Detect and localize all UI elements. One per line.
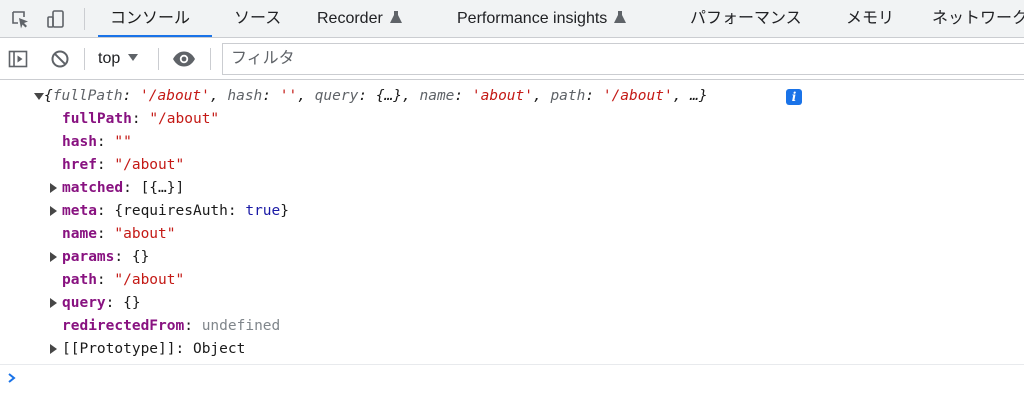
toolbar-separator — [84, 8, 85, 30]
devtools-tab-bar: コンソール ソース Recorder Performance insights … — [0, 0, 1024, 38]
property-key: fullPath — [62, 111, 132, 127]
property-row: redirectedFrom: undefined — [62, 318, 281, 334]
property-key: href — [62, 157, 97, 173]
summary-key: name — [419, 88, 455, 104]
property-row: href: "/about" — [62, 157, 185, 173]
property-key: path — [62, 272, 97, 288]
property-key: hash — [62, 134, 97, 150]
toolbar-separator — [84, 48, 85, 70]
prototype-value: Object — [192, 341, 246, 357]
property-value: {requiresAuth: — [114, 203, 246, 219]
property-value: "/about" — [114, 272, 185, 288]
info-icon[interactable]: i — [786, 89, 802, 105]
property-value: } — [280, 203, 289, 219]
tab-sources[interactable]: ソース — [234, 0, 282, 37]
chevron-right-prompt-icon — [8, 373, 16, 383]
summary-value: '/about' — [140, 88, 210, 104]
prototype-row[interactable]: [[Prototype]]: Object — [62, 338, 245, 361]
console-toolbar: top — [0, 38, 1024, 80]
property-row[interactable]: params: {} — [62, 246, 149, 269]
tab-recorder-label: Recorder — [317, 10, 383, 27]
summary-ellipsis: …} — [690, 88, 708, 104]
property-value: {} — [123, 295, 141, 311]
expand-triangle-icon[interactable] — [50, 298, 57, 308]
property-value: "/about" — [149, 111, 220, 127]
toolbar-separator — [158, 48, 159, 70]
summary-value: '/about' — [602, 88, 673, 104]
clear-console-icon[interactable] — [50, 49, 70, 69]
summary-value: '' — [279, 88, 298, 104]
summary-value: {…} — [375, 88, 403, 104]
expand-triangle-icon[interactable] — [50, 344, 57, 354]
tab-network-label: ネットワーク — [932, 10, 1024, 27]
expand-triangle-icon[interactable] — [50, 206, 57, 216]
property-value: "" — [114, 134, 132, 150]
property-value: [{…}] — [140, 180, 185, 196]
tab-memory[interactable]: メモリ — [846, 0, 895, 37]
tab-network[interactable]: ネットワーク — [932, 0, 1024, 37]
filter-input[interactable] — [222, 43, 1024, 75]
tab-performance-label: パフォーマンス — [690, 10, 802, 27]
live-expression-eye-icon[interactable] — [172, 50, 196, 68]
property-value: {} — [131, 249, 150, 265]
property-value: "/about" — [114, 157, 185, 173]
property-key: params — [62, 249, 115, 265]
toolbar-separator — [210, 48, 211, 70]
object-summary[interactable]: {fullPath: '/about', hash: '', query: {…… — [44, 85, 708, 108]
tab-performance-insights[interactable]: Performance insights — [457, 0, 627, 37]
property-key: matched — [62, 180, 124, 196]
tab-console[interactable]: コンソール — [110, 0, 191, 37]
property-key: meta — [62, 203, 97, 219]
tab-performance-insights-label: Performance insights — [457, 10, 608, 27]
context-selector[interactable]: top — [98, 38, 139, 80]
property-row[interactable]: matched: [{…}] — [62, 177, 184, 200]
property-key: name — [62, 226, 97, 242]
summary-key: fullPath — [52, 88, 123, 104]
tab-performance[interactable]: パフォーマンス — [690, 0, 802, 37]
device-toolbar-icon[interactable] — [46, 9, 66, 29]
property-value: "about" — [114, 226, 176, 242]
property-key: redirectedFrom — [62, 318, 185, 334]
sidebar-toggle-icon[interactable] — [8, 49, 28, 69]
property-row: path: "/about" — [62, 272, 185, 288]
summary-key: query — [314, 88, 359, 104]
expand-triangle-icon[interactable] — [50, 252, 57, 262]
console-prompt-divider — [0, 364, 1024, 365]
experimental-flask-icon — [389, 11, 402, 23]
tab-console-label: コンソール — [110, 10, 191, 27]
context-selector-label: top — [98, 50, 121, 67]
property-key: query — [62, 295, 106, 311]
expand-triangle-icon[interactable] — [50, 183, 57, 193]
property-value: undefined — [201, 318, 281, 334]
prototype-key: [[Prototype]] — [62, 341, 176, 357]
chevron-down-icon — [128, 54, 139, 61]
property-row: fullPath: "/about" — [62, 111, 220, 127]
collapse-triangle-icon[interactable] — [34, 93, 44, 100]
tab-sources-label: ソース — [234, 10, 282, 27]
inspect-element-icon[interactable] — [10, 9, 30, 29]
property-row[interactable]: meta: {requiresAuth: true} — [62, 200, 289, 223]
summary-key: hash — [227, 88, 263, 104]
property-row: hash: "" — [62, 134, 132, 150]
summary-key: path — [550, 88, 586, 104]
tab-recorder[interactable]: Recorder — [317, 0, 403, 37]
tab-memory-label: メモリ — [846, 10, 895, 27]
property-row: name: "about" — [62, 226, 176, 242]
property-value-boolean: true — [245, 203, 281, 219]
property-row[interactable]: query: {} — [62, 292, 141, 315]
summary-brace: { — [44, 88, 53, 104]
summary-value: 'about' — [471, 88, 533, 104]
experimental-flask-icon — [614, 11, 627, 23]
